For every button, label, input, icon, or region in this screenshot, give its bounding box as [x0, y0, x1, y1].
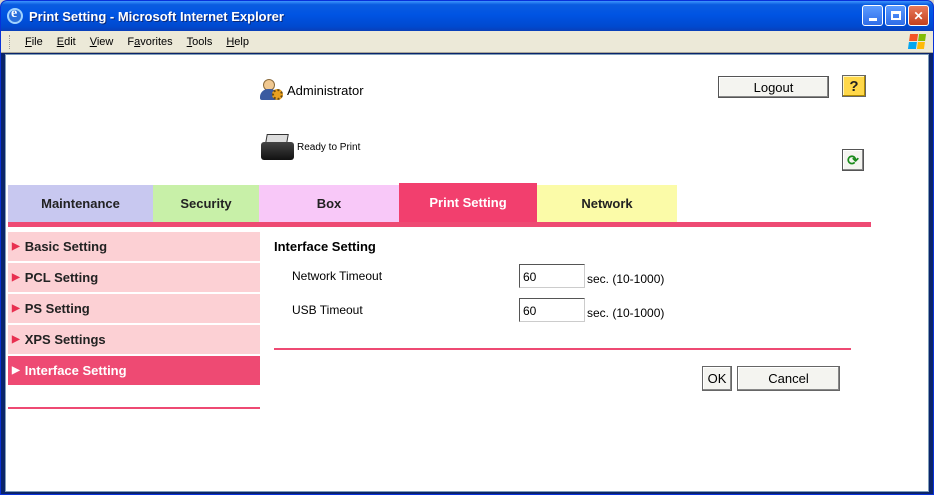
- arrow-right-icon: ▶: [12, 272, 20, 283]
- arrow-right-icon: ▶: [12, 334, 20, 345]
- user-info: Administrator: [259, 79, 364, 101]
- minimize-button[interactable]: [862, 5, 883, 26]
- sidebar-item-basic-setting[interactable]: ▶ Basic Setting: [8, 232, 260, 261]
- sidebar-item-interface-setting[interactable]: ▶ Interface Setting: [8, 356, 260, 385]
- user-label: Administrator: [287, 82, 364, 98]
- status-text: Ready to Print: [297, 141, 361, 153]
- close-icon: ✕: [913, 8, 924, 23]
- sidebar: ▶ Basic Setting ▶ PCL Setting ▶ PS Setting …: [8, 232, 260, 387]
- tab-security[interactable]: Security: [153, 185, 259, 222]
- maximize-icon: [890, 11, 901, 20]
- menu-bar: File Edit View Favorites Tools Help: [1, 31, 933, 53]
- main-tabs: Maintenance Security Box Print Setting N…: [8, 183, 677, 222]
- printer-icon: [260, 133, 295, 161]
- menu-edit[interactable]: Edit: [50, 36, 83, 48]
- menu-tools[interactable]: Tools: [180, 36, 220, 48]
- ok-button[interactable]: OK: [702, 366, 732, 391]
- page-content: Administrator Logout ? Ready to Print ⟳ …: [5, 54, 929, 492]
- settings-panel: Interface Setting: [274, 239, 376, 254]
- refresh-button[interactable]: ⟳: [842, 149, 864, 171]
- arrow-right-icon: ▶: [12, 365, 20, 376]
- help-icon: ?: [849, 77, 859, 95]
- sidebar-item-xps-settings[interactable]: ▶ XPS Settings: [8, 325, 260, 354]
- network-timeout-input[interactable]: [519, 264, 585, 288]
- usb-timeout-input[interactable]: [519, 298, 585, 322]
- usb-timeout-label: USB Timeout: [292, 303, 363, 317]
- internet-explorer-icon: [7, 6, 23, 24]
- menu-favorites[interactable]: Favorites: [120, 36, 179, 48]
- sidebar-item-ps-setting[interactable]: ▶ PS Setting: [8, 294, 260, 323]
- administrator-icon: [259, 79, 283, 101]
- logout-button[interactable]: Logout: [718, 76, 829, 98]
- tab-underline: [8, 222, 871, 227]
- tab-print-setting[interactable]: Print Setting: [399, 183, 537, 222]
- menu-help[interactable]: Help: [219, 36, 256, 48]
- sidebar-item-pcl-setting[interactable]: ▶ PCL Setting: [8, 263, 260, 292]
- window-controls: ✕: [862, 5, 929, 26]
- minimize-icon: [868, 18, 877, 21]
- windows-logo-icon: [907, 34, 927, 49]
- refresh-icon: ⟳: [847, 151, 859, 168]
- help-button[interactable]: ?: [842, 75, 866, 97]
- usb-timeout-unit: sec. (10-1000): [587, 306, 665, 320]
- close-button[interactable]: ✕: [908, 5, 929, 26]
- menu-file[interactable]: File: [18, 36, 50, 48]
- tab-box[interactable]: Box: [259, 185, 399, 222]
- arrow-right-icon: ▶: [12, 303, 20, 314]
- usb-timeout-row: USB Timeout sec. (10-1000): [292, 298, 664, 322]
- settings-divider: [274, 348, 851, 350]
- maximize-button[interactable]: [885, 5, 906, 26]
- toolbar-grip[interactable]: [9, 34, 12, 49]
- arrow-right-icon: ▶: [12, 241, 20, 252]
- title-bar[interactable]: Print Setting - Microsoft Internet Explo…: [1, 1, 933, 31]
- network-timeout-row: Network Timeout sec. (10-1000): [292, 264, 664, 288]
- network-timeout-label: Network Timeout: [292, 269, 383, 283]
- tab-network[interactable]: Network: [537, 185, 677, 222]
- window-title: Print Setting - Microsoft Internet Explo…: [29, 8, 284, 24]
- network-timeout-unit: sec. (10-1000): [587, 272, 665, 286]
- printer-status: Ready to Print: [260, 133, 360, 161]
- tab-maintenance[interactable]: Maintenance: [8, 185, 153, 222]
- section-title: Interface Setting: [274, 239, 376, 254]
- menu-view[interactable]: View: [83, 36, 121, 48]
- sidebar-divider: [8, 407, 260, 409]
- cancel-button[interactable]: Cancel: [737, 366, 840, 391]
- browser-window: Print Setting - Microsoft Internet Explo…: [0, 0, 934, 495]
